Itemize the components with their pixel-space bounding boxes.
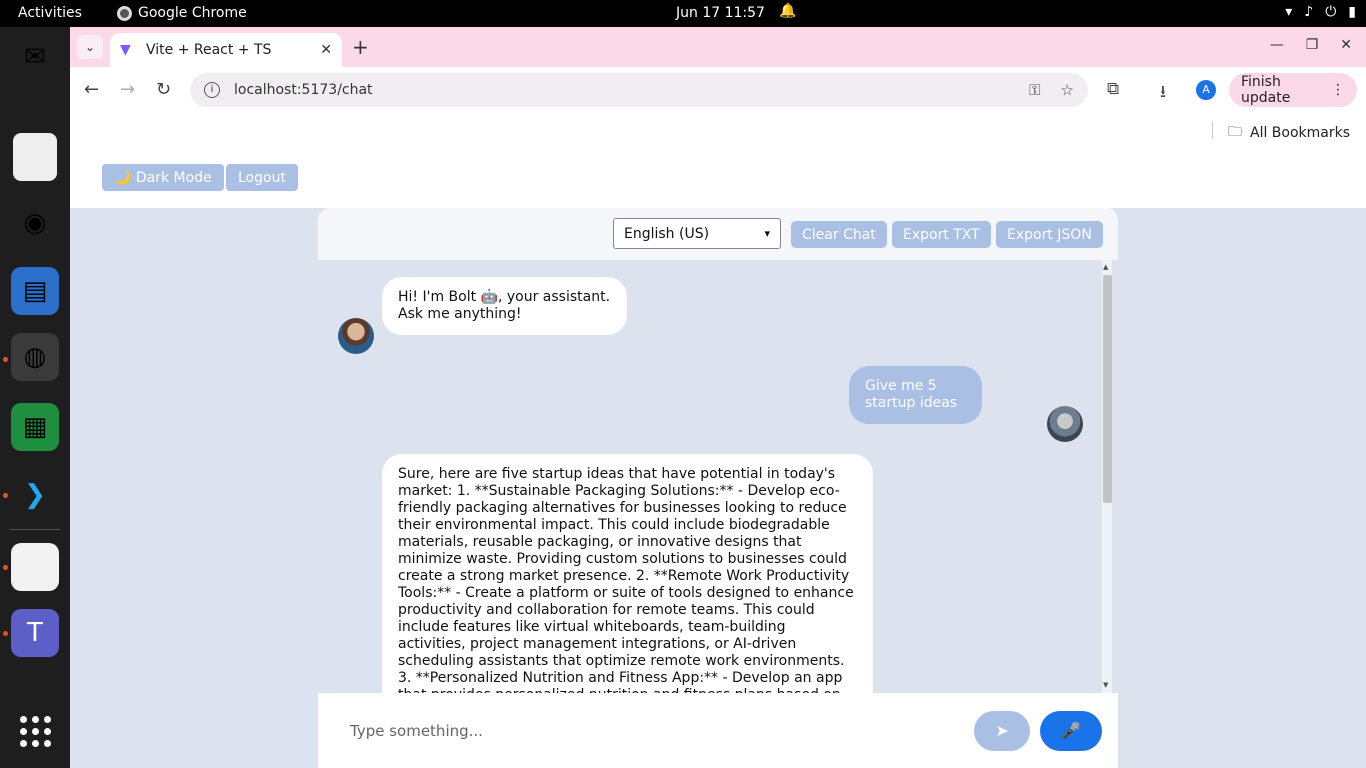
- url-text[interactable]: localhost:5173/chat: [234, 82, 1029, 98]
- back-icon[interactable]: ←: [84, 79, 99, 100]
- site-info-icon[interactable]: i: [204, 82, 220, 98]
- show-apps-icon[interactable]: [11, 707, 59, 755]
- scrollbar-thumb[interactable]: [1103, 275, 1112, 503]
- close-icon[interactable]: ✕: [320, 42, 332, 58]
- minimize-icon[interactable]: —: [1270, 37, 1284, 53]
- password-key-icon[interactable]: ⚿: [1029, 81, 1040, 99]
- send-button[interactable]: ➤: [974, 711, 1030, 751]
- document-viewer-icon[interactable]: [11, 543, 59, 591]
- battery-icon: ▮: [1348, 4, 1356, 20]
- language-value: English (US): [624, 225, 710, 242]
- bookmarks-bar: 🗀 All Bookmarks: [70, 113, 1366, 147]
- app-header: 🌙 Dark Mode Logout: [70, 147, 1366, 208]
- window-controls: — ❐ ✕: [1270, 37, 1352, 53]
- scroll-down-icon[interactable]: ▼: [1103, 681, 1108, 689]
- bell-icon: 🔔: [779, 3, 797, 19]
- message-list: Hi! I'm Bolt 🤖, your assistant. Ask me a…: [318, 260, 1118, 693]
- chrome-icon: [117, 5, 132, 21]
- export-json-button[interactable]: Export JSON: [996, 221, 1103, 248]
- calc-icon[interactable]: ▦: [11, 403, 59, 451]
- dock-separator: [10, 529, 60, 530]
- composer: ➤ 🎤: [318, 693, 1118, 768]
- message-input[interactable]: [338, 711, 958, 751]
- files-icon[interactable]: [13, 133, 57, 181]
- dark-mode-button[interactable]: 🌙 Dark Mode: [102, 164, 224, 191]
- language-select[interactable]: English (US) ▾: [613, 218, 781, 249]
- writer-icon[interactable]: ▤: [11, 267, 59, 315]
- maximize-icon[interactable]: ❐: [1306, 37, 1319, 53]
- folder-icon: 🗀: [1228, 124, 1242, 140]
- finish-update-button[interactable]: Finish update ⋮: [1229, 73, 1357, 107]
- all-bookmarks-label: All Bookmarks: [1250, 125, 1351, 141]
- message-scrollbar[interactable]: ▲ ▼: [1102, 260, 1112, 693]
- kebab-menu-icon: ⋮: [1331, 82, 1345, 98]
- microphone-icon: 🎤: [1061, 723, 1081, 740]
- export-txt-button[interactable]: Export TXT: [892, 221, 991, 248]
- volume-icon: ♪: [1304, 4, 1314, 20]
- tab-search-button[interactable]: ⌄: [77, 35, 103, 59]
- rhythmbox-icon[interactable]: ◉: [11, 199, 59, 247]
- browser-window: ⌄ ▼ Vite + React + TS ✕ + — ❐ ✕ ← → ↻ i …: [70, 27, 1366, 768]
- finish-update-label: Finish update: [1241, 74, 1291, 106]
- reload-icon[interactable]: ↻: [156, 79, 171, 100]
- bot-message: Hi! I'm Bolt 🤖, your assistant. Ask me a…: [382, 277, 627, 335]
- mic-button[interactable]: 🎤: [1040, 711, 1102, 751]
- app-name: Google Chrome: [138, 5, 247, 21]
- dock: ✉ ◉ ▤ ◍ ▦ ❯ T: [0, 27, 70, 768]
- app-menu[interactable]: Google Chrome: [117, 5, 247, 21]
- tab-strip: ⌄ ▼ Vite + React + TS ✕ + — ❐ ✕: [70, 27, 1366, 67]
- running-indicator: [3, 357, 8, 362]
- bot-avatar: [338, 318, 374, 354]
- scroll-up-icon[interactable]: ▲: [1103, 263, 1108, 271]
- vite-favicon-icon: ▼: [120, 42, 131, 58]
- chat-panel: English (US) ▾ Clear Chat Export TXT Exp…: [318, 208, 1118, 768]
- chevron-down-icon: ⌄: [84, 40, 96, 54]
- user-message: Give me 5 startup ideas: [849, 366, 982, 424]
- activities-button[interactable]: Activities: [18, 5, 82, 21]
- chat-toolbar: English (US) ▾ Clear Chat Export TXT Exp…: [318, 208, 1118, 260]
- bookmarks-separator: [1212, 121, 1213, 139]
- power-icon: ⏻: [1325, 4, 1337, 20]
- forward-icon[interactable]: →: [120, 79, 135, 100]
- running-indicator: [3, 631, 8, 636]
- system-tray[interactable]: ▾ ♪ ⏻ ▮: [1285, 4, 1356, 20]
- chevron-down-icon: ▾: [764, 227, 770, 240]
- chrome-dock-icon[interactable]: ◍: [11, 333, 59, 381]
- running-indicator: [3, 565, 8, 570]
- browser-toolbar: ← → ↻ i localhost:5173/chat ⚿ ☆ ⧉ ⭳ A Fi…: [70, 67, 1366, 113]
- clear-chat-button[interactable]: Clear Chat: [791, 221, 887, 248]
- user-avatar: [1047, 406, 1083, 442]
- bot-message: Sure, here are five startup ideas that h…: [382, 454, 873, 693]
- running-indicator: [3, 493, 8, 498]
- send-icon: ➤: [995, 723, 1009, 740]
- teams-icon[interactable]: T: [11, 609, 59, 657]
- logout-button[interactable]: Logout: [226, 164, 298, 191]
- new-tab-button[interactable]: +: [352, 35, 369, 59]
- extensions-icon[interactable]: ⧉: [1107, 79, 1119, 99]
- system-top-bar: Activities Google Chrome Jun 17 11:57 🔔 …: [0, 0, 1366, 27]
- download-icon[interactable]: ⭳: [1160, 79, 1166, 108]
- wifi-icon: ▾: [1285, 4, 1293, 20]
- close-window-icon[interactable]: ✕: [1340, 37, 1352, 53]
- address-bar[interactable]: i localhost:5173/chat ⚿ ☆: [190, 73, 1088, 107]
- clock[interactable]: Jun 17 11:57: [676, 5, 765, 21]
- bookmark-star-icon[interactable]: ☆: [1061, 81, 1074, 99]
- thunderbird-icon[interactable]: ✉: [11, 33, 59, 81]
- tab-active[interactable]: ▼ Vite + React + TS ✕: [110, 33, 342, 67]
- all-bookmarks-button[interactable]: 🗀 All Bookmarks: [1228, 121, 1350, 145]
- tab-title: Vite + React + TS: [146, 42, 272, 58]
- profile-avatar[interactable]: A: [1196, 80, 1216, 100]
- vscode-icon[interactable]: ❯: [11, 471, 59, 519]
